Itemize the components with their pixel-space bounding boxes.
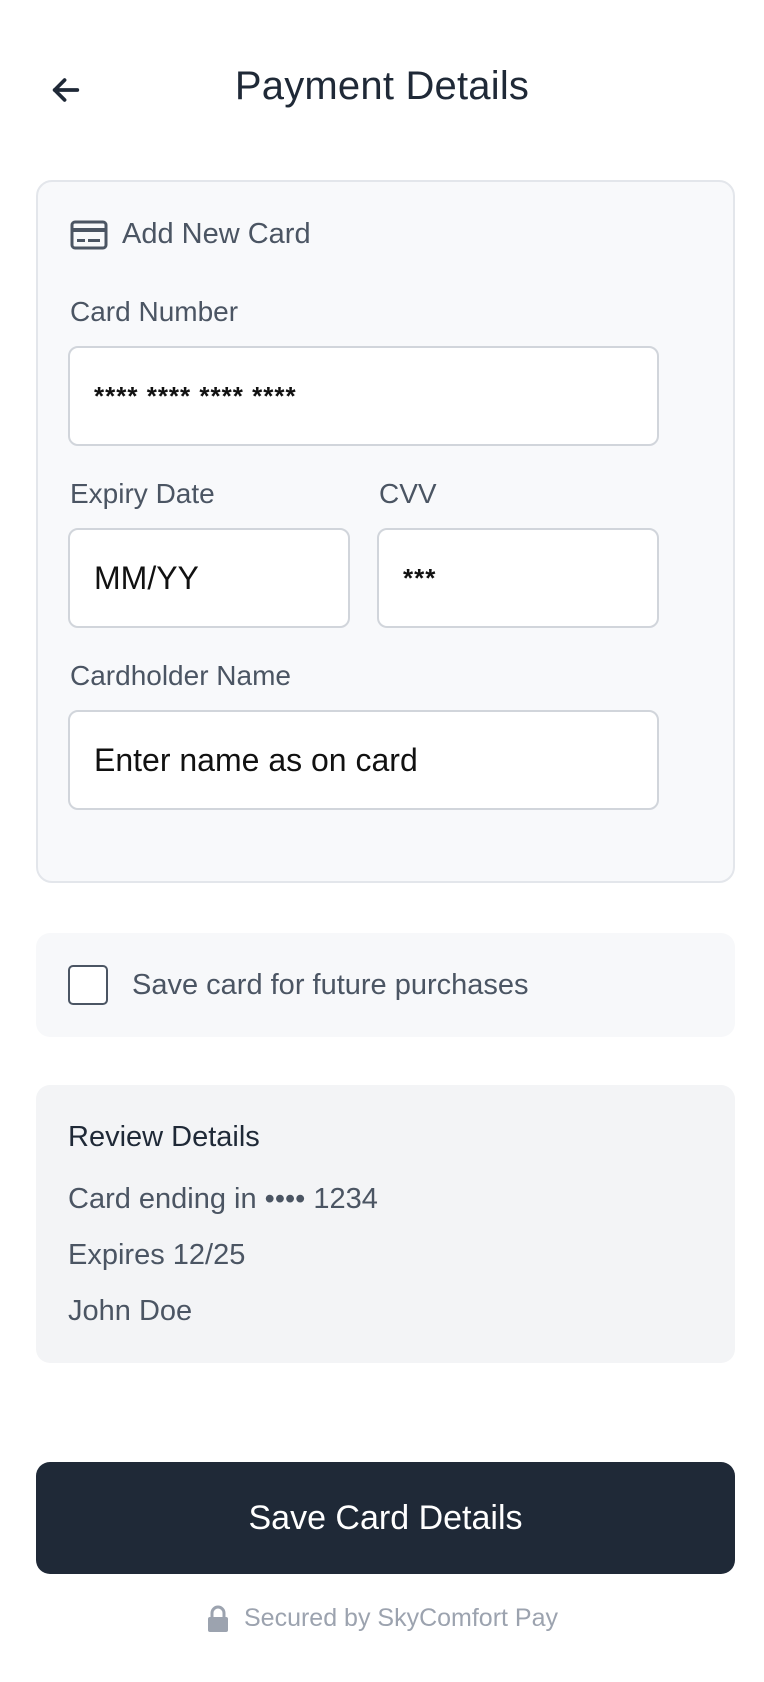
cardholder-name-input[interactable]: Enter name as on card [68,710,659,810]
add-card-heading: Add New Card [70,218,311,251]
add-card-panel: Add New Card Card Number **** **** **** … [36,180,735,883]
header: Payment Details [0,50,764,130]
cvv-input[interactable]: *** [377,528,659,628]
review-details-panel: Review Details Card ending in •••• 1234 … [36,1085,735,1363]
secured-notice: Secured by SkyComfort Pay [0,1604,764,1633]
secured-text: Secured by SkyComfort Pay [243,1604,558,1632]
review-expiry: Expires 12/25 [68,1239,246,1271]
review-title: Review Details [68,1121,260,1153]
cardholder-name-label: Cardholder Name [70,660,291,691]
card-number-label: Card Number [70,296,239,327]
payment-details-screen: Payment Details Add New Card Card Number… [0,0,764,1682]
expiry-date-input[interactable]: MM/YY [68,528,350,628]
lock-icon [207,1605,228,1632]
save-card-label: Save card for future purchases [132,968,529,1001]
save-card-checkbox[interactable] [68,965,108,1005]
card-number-input[interactable]: **** **** **** **** [68,346,659,446]
add-card-title: Add New Card [122,218,311,250]
expiry-date-label: Expiry Date [70,478,215,509]
credit-card-icon [70,220,108,249]
review-card-ending: Card ending in •••• 1234 [68,1183,378,1215]
save-card-option[interactable]: Save card for future purchases [36,933,735,1037]
page-title: Payment Details [234,64,530,108]
cvv-label: CVV [379,478,437,509]
save-card-details-button[interactable]: Save Card Details [36,1462,735,1574]
review-cardholder: John Doe [68,1295,193,1327]
